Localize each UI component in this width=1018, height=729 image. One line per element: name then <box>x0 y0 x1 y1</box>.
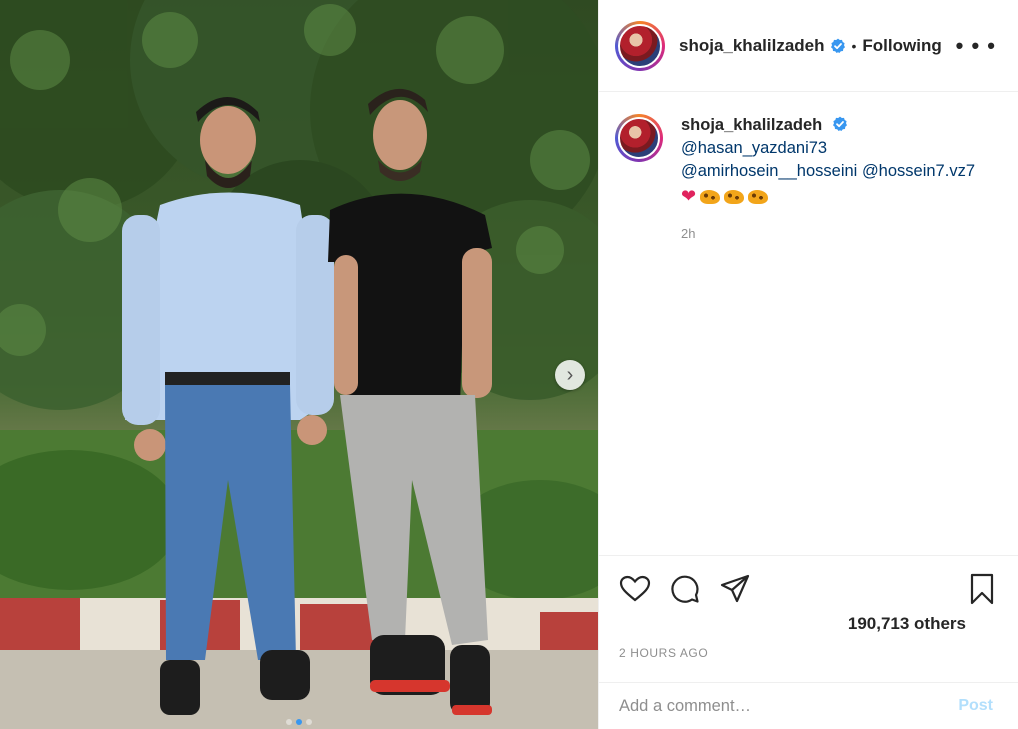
photo-illustration <box>0 0 598 729</box>
mention-link[interactable]: @amirhosein__hosseini <box>681 162 857 180</box>
following-button[interactable]: Following <box>862 36 941 56</box>
carousel-dot <box>306 719 312 725</box>
heart-emoji-icon: ❤ <box>681 186 697 206</box>
carousel-dot-active <box>296 719 302 725</box>
caption-avatar[interactable] <box>615 114 663 162</box>
verified-badge-icon <box>830 38 845 53</box>
more-options-icon[interactable]: • • • <box>956 33 996 59</box>
chevron-right-icon: › <box>566 364 574 386</box>
caption-emoji-line: ❤ <box>681 185 975 208</box>
leopard-emoji-icon <box>700 189 721 204</box>
comment-icon[interactable] <box>669 573 701 605</box>
mention-link[interactable]: @hossein7.vz7 <box>862 162 975 180</box>
heart-icon[interactable] <box>619 573 651 605</box>
post-details-panel: shoja_khalilzadeh • Following • • • shoj… <box>598 0 1018 729</box>
comment-input[interactable] <box>619 696 959 716</box>
leopard-emoji-icon <box>748 189 769 204</box>
caption-body: shoja_khalilzadeh @hasan_yazdani73 @amir… <box>681 114 975 555</box>
bookmark-icon[interactable] <box>966 573 998 605</box>
share-icon[interactable] <box>719 573 751 605</box>
separator-dot: • <box>851 37 857 54</box>
likes-count[interactable]: 190,713 others <box>599 614 1018 634</box>
action-bar <box>599 556 1018 608</box>
caption-section: shoja_khalilzadeh @hasan_yazdani73 @amir… <box>599 92 1018 556</box>
post-header: shoja_khalilzadeh • Following • • • <box>599 0 1018 92</box>
carousel-dots <box>0 719 598 725</box>
avatar[interactable] <box>615 20 665 71</box>
post-timestamp[interactable]: 2 HOURS AGO <box>599 646 1018 660</box>
caption-username[interactable]: shoja_khalilzadeh <box>681 116 822 134</box>
post-photo[interactable]: › <box>0 0 598 729</box>
carousel-dot <box>286 719 292 725</box>
username-link[interactable]: shoja_khalilzadeh <box>679 36 825 56</box>
verified-badge-icon <box>832 116 847 131</box>
post-comment-button[interactable]: Post <box>958 697 993 715</box>
comment-box: Post <box>599 682 1018 729</box>
carousel-next-button[interactable]: › <box>555 360 585 390</box>
mention-link[interactable]: @hasan_yazdani73 <box>681 137 975 160</box>
caption-time[interactable]: 2h <box>681 222 975 245</box>
leopard-emoji-icon <box>724 189 745 204</box>
